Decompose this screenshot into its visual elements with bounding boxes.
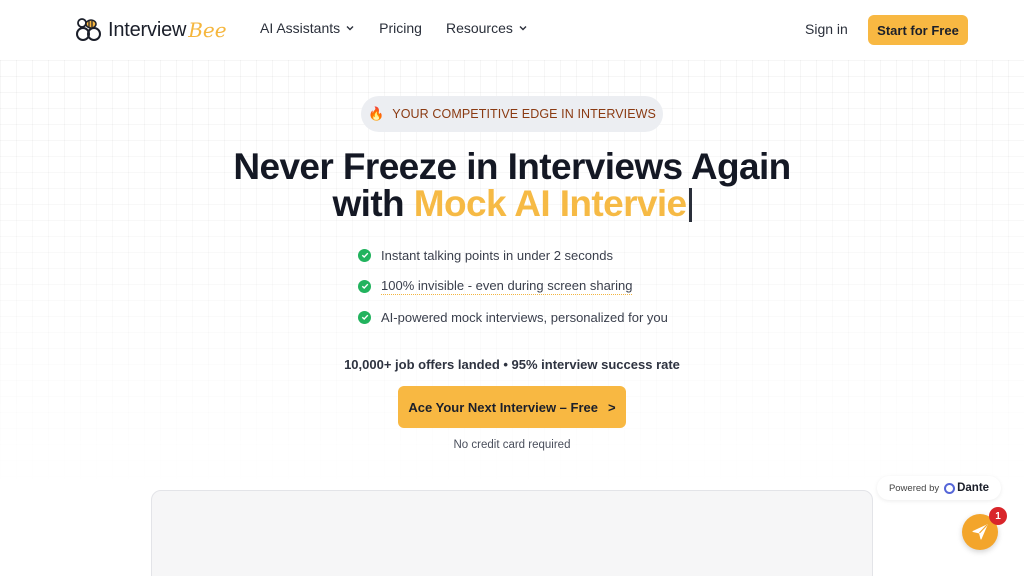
powered-by-text: Powered by (888, 482, 940, 494)
check-circle-icon (358, 310, 371, 324)
list-item: AI-powered mock interviews, personalized… (358, 308, 668, 326)
headline-prefix: with (332, 183, 405, 224)
main-nav: AI Assistants Pricing Resources (260, 20, 528, 36)
list-item: Instant talking points in under 2 second… (358, 246, 668, 264)
badge-text: YOUR COMPETITIVE EDGE IN INTERVIEWS (392, 107, 656, 121)
dante-ring-icon (944, 482, 956, 494)
chevron-down-icon (519, 26, 527, 31)
nav-ai-assistants-label: AI Assistants (260, 20, 341, 36)
ace-interview-cta-button[interactable]: Ace Your Next Interview – Free > (398, 386, 626, 428)
logo-text: Interview (108, 18, 187, 41)
list-item: 100% invisible - even during screen shar… (358, 277, 668, 295)
nav-pricing-label: Pricing (379, 20, 422, 36)
cta-label: Ace Your Next Interview – Free (408, 399, 598, 415)
nav-resources[interactable]: Resources (446, 20, 528, 36)
headline-line1: Never Freeze in Interviews Again (233, 146, 791, 187)
nav-resources-label: Resources (445, 20, 513, 36)
nav-pricing[interactable]: Pricing (379, 20, 422, 36)
product-preview-card (151, 490, 873, 576)
success-stats: 10,000+ job offers landed • 95% intervie… (344, 357, 680, 372)
feature-text: 100% invisible - even during screen shar… (381, 277, 633, 295)
headline-line2: with Mock AI Intervie (0, 185, 1024, 222)
feature-text: Instant talking points in under 2 second… (381, 247, 613, 263)
logo-accent-text: Bee (188, 18, 227, 42)
dante-brand-text: Dante (957, 482, 990, 494)
chevron-down-icon (346, 26, 354, 31)
typing-caret (688, 188, 692, 222)
notification-badge: 1 (989, 507, 1007, 525)
nav-ai-assistants[interactable]: AI Assistants (260, 20, 355, 36)
sign-in-link[interactable]: Sign in (805, 21, 848, 37)
dante-logo: Dante (944, 482, 989, 494)
start-for-free-button[interactable]: Start for Free (868, 15, 968, 45)
logo[interactable]: Interview Bee (74, 16, 227, 44)
chevron-right-icon: > (607, 399, 616, 415)
no-credit-card-note: No credit card required (453, 439, 571, 451)
headline-accent: Mock AI Intervie (413, 183, 687, 224)
check-circle-icon (358, 279, 371, 293)
feature-list: Instant talking points in under 2 second… (358, 246, 668, 339)
hero-headline: Never Freeze in Interviews Again with Mo… (0, 148, 1024, 222)
check-circle-icon (358, 248, 371, 262)
send-icon (972, 524, 988, 540)
bee-logo-icon (76, 18, 101, 41)
fire-icon: 🔥 (367, 106, 385, 121)
site-header: Interview Bee AI Assistants Pricing Resou… (0, 0, 1024, 60)
competitive-edge-badge: 🔥 YOUR COMPETITIVE EDGE IN INTERVIEWS (361, 96, 663, 132)
powered-by-dante[interactable]: Powered by Dante (877, 476, 1001, 500)
feature-text: AI-powered mock interviews, personalized… (381, 309, 668, 325)
